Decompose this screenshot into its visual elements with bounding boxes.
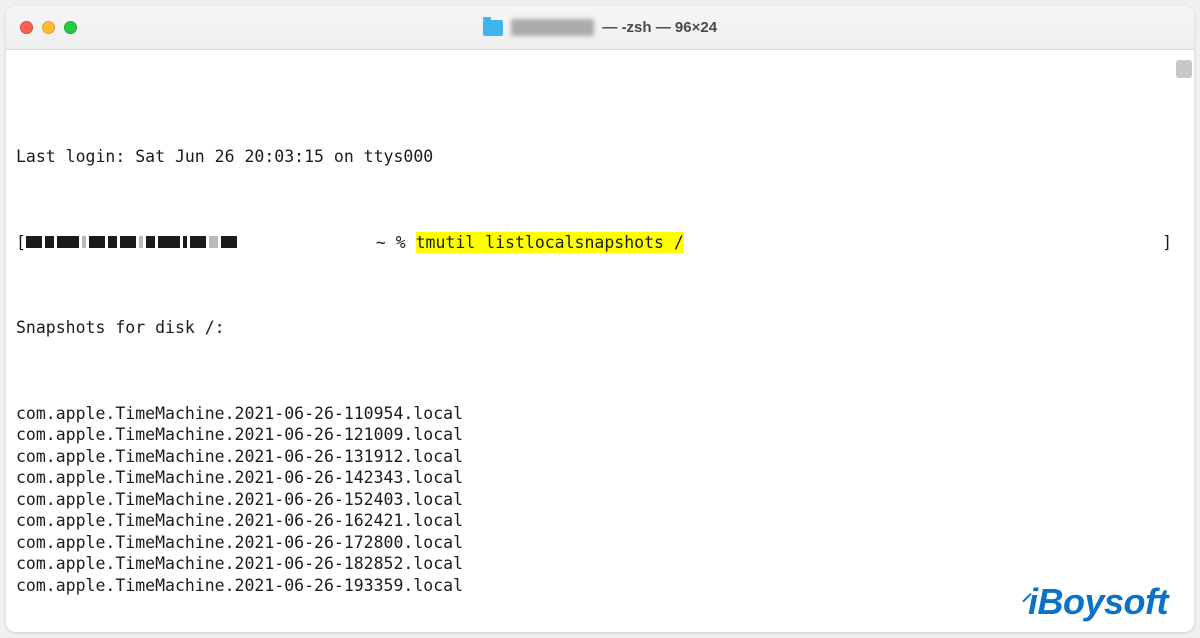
prompt-open-bracket: [ <box>16 232 26 253</box>
snapshots-header: Snapshots for disk /: <box>16 317 225 338</box>
snapshots-list: com.apple.TimeMachine.2021-06-26-110954.… <box>16 403 1184 596</box>
command-list-snapshots: tmutil listlocalsnapshots / <box>416 232 684 253</box>
snapshot-entry: com.apple.TimeMachine.2021-06-26-162421.… <box>16 510 1184 531</box>
watermark-logo: ⸝iBoysoft <box>1017 579 1168 626</box>
close-window-button[interactable] <box>20 21 33 34</box>
snapshot-entry: com.apple.TimeMachine.2021-06-26-110954.… <box>16 403 1184 424</box>
terminal-output[interactable]: Last login: Sat Jun 26 20:03:15 on ttys0… <box>6 50 1194 632</box>
terminal-window: xxxxxxxxxx — -zsh — 96×24 Last login: Sa… <box>6 6 1194 632</box>
snapshot-entry: com.apple.TimeMachine.2021-06-26-142343.… <box>16 467 1184 488</box>
last-login-line: Last login: Sat Jun 26 20:03:15 on ttys0… <box>16 146 433 167</box>
window-title-bar: xxxxxxxxxx — -zsh — 96×24 <box>6 6 1194 50</box>
prompt-tail-1: ~ % <box>366 232 416 253</box>
prompt-close-bracket: ] <box>1162 232 1172 253</box>
window-title-suffix: — -zsh — 96×24 <box>602 19 717 36</box>
minimize-window-button[interactable] <box>42 21 55 34</box>
snapshot-entry: com.apple.TimeMachine.2021-06-26-182852.… <box>16 553 1184 574</box>
traffic-lights <box>20 21 77 34</box>
snapshot-entry: com.apple.TimeMachine.2021-06-26-131912.… <box>16 446 1184 467</box>
scrollbar-thumb[interactable] <box>1176 60 1192 78</box>
folder-icon <box>483 20 503 36</box>
redacted-host <box>26 235 366 249</box>
snapshot-entry: com.apple.TimeMachine.2021-06-26-121009.… <box>16 424 1184 445</box>
redacted-title-user: xxxxxxxxxx <box>511 19 594 36</box>
snapshot-entry: com.apple.TimeMachine.2021-06-26-172800.… <box>16 532 1184 553</box>
maximize-window-button[interactable] <box>64 21 77 34</box>
snapshot-entry: com.apple.TimeMachine.2021-06-26-152403.… <box>16 489 1184 510</box>
window-title: xxxxxxxxxx — -zsh — 96×24 <box>483 19 717 36</box>
snapshot-entry: com.apple.TimeMachine.2021-06-26-193359.… <box>16 575 1184 596</box>
